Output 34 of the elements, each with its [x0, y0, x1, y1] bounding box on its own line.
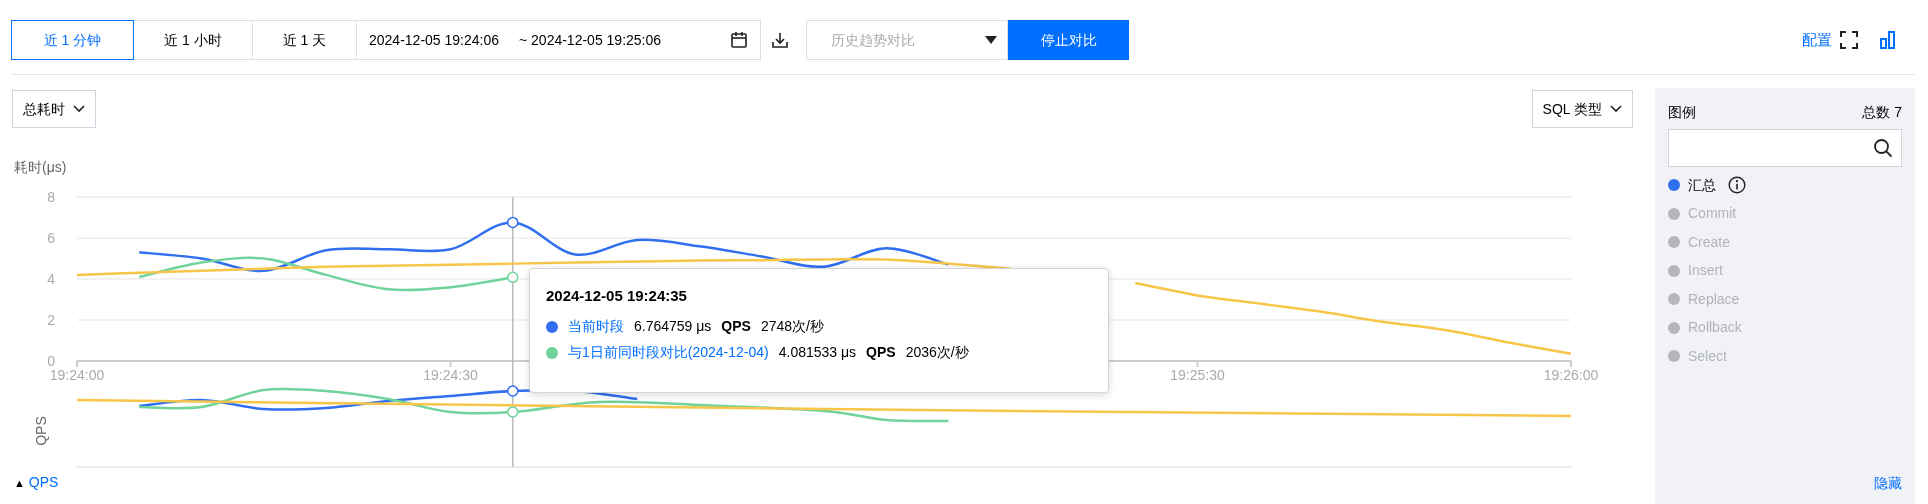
time-range-tab[interactable]: 近 1 分钟 — [11, 20, 134, 60]
series-value: 6.764759 μs — [634, 317, 712, 336]
group-dropdown[interactable]: SQL 类型 — [1531, 90, 1633, 128]
legend-title: 图例 — [1668, 103, 1696, 122]
y-tick-label: 2 — [47, 312, 55, 328]
series-name: 当前时段 — [568, 317, 624, 336]
legend-count: 总数 7 — [1862, 103, 1902, 122]
qps-value: 2748次/秒 — [760, 317, 824, 336]
qps-chart-drawing: QPS — [0, 385, 1640, 470]
qps-label: QPS — [866, 343, 896, 362]
compare-select[interactable]: 历史趋势对比 — [806, 20, 1008, 60]
x-tick-label: 19:25:30 — [1170, 367, 1225, 383]
qps-value: 2036次/秒 — [905, 343, 969, 362]
time-range-tab[interactable]: 近 1 天 — [252, 20, 357, 60]
y-tick-label: 4 — [47, 271, 55, 287]
stop-compare-button[interactable]: 停止对比 — [1008, 20, 1129, 60]
series-name: 与1日前同时段对比(2024-12-04) — [568, 343, 769, 362]
legend-item[interactable]: 汇总 — [1668, 171, 1746, 200]
y-axis-title: 耗时(μs) — [14, 159, 67, 175]
series-value: 4.081533 μs — [778, 343, 857, 362]
tooltip-time: 2024-12-05 19:24:35 — [546, 286, 688, 306]
time-range-tab[interactable]: 近 1 小时 — [133, 20, 253, 60]
y-tick-label: 0 — [47, 353, 55, 369]
x-tick-label: 19:26:00 — [1543, 367, 1599, 383]
qps-toggle-link[interactable]: ▲ QPS — [14, 474, 59, 490]
x-tick-label: 19:24:00 — [49, 367, 105, 383]
config-link[interactable]: 配置 — [1802, 28, 1832, 52]
qps-label: QPS — [721, 317, 751, 336]
hide-link[interactable]: 隐藏 — [1874, 475, 1902, 491]
date-range-field[interactable]: 2024-12-05 19:24:06 ~ 2024-12-05 19:25:06 — [356, 20, 761, 60]
metric-dropdown[interactable]: 总耗时 — [12, 90, 96, 128]
x-tick-label: 19:24:30 — [423, 367, 478, 383]
y-tick-label: 6 — [47, 230, 55, 246]
y-tick-label: 8 — [47, 189, 55, 205]
